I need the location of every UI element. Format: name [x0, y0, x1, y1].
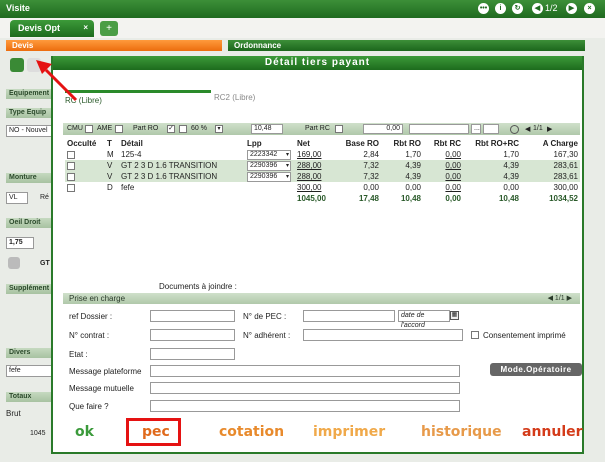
annotation-arrow-icon [36, 60, 78, 102]
